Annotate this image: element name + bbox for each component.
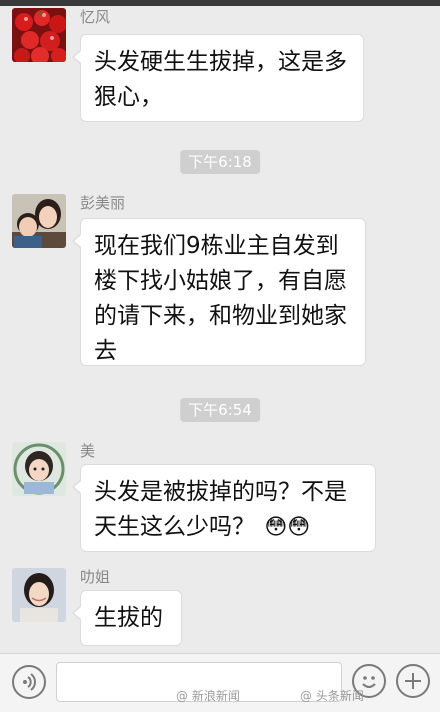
message-text: 生拔的 <box>94 605 163 631</box>
chat-input-bar: @ 新浪新闻 @ 头条新闻 <box>0 653 440 712</box>
message-text: 现在我们9栋业主自发到楼下找小姑娘了，有自愿的请下来，和物业到她家去 <box>94 233 347 364</box>
sender-name: 彭美丽 <box>80 194 126 212</box>
sender-name: 忆风 <box>80 8 111 26</box>
message-bubble[interactable]: 头发硬生生拔掉，这是多狠心， <box>72 34 364 122</box>
timestamp: 下午6:18 <box>180 150 260 174</box>
voice-icon <box>23 673 36 691</box>
chat-message: 美 头发是被拔掉的吗？不是天生这么少吗？ 😳😳 <box>12 442 428 554</box>
flushed-emoji-icon: 😳😳 <box>264 515 311 540</box>
mother-child-avatar[interactable] <box>12 194 66 248</box>
fruit-avatar[interactable] <box>12 8 66 62</box>
status-bar <box>0 0 440 6</box>
watermark: @ 新浪新闻 <box>176 689 240 703</box>
woman-avatar[interactable] <box>12 568 66 622</box>
message-bubble[interactable]: 头发是被拔掉的吗？不是天生这么少吗？ 😳😳 <box>72 464 376 552</box>
chat-message: 彭美丽 现在我们9栋业主自发到楼下找小姑娘了，有自愿的请下来，和物业到她家去 <box>12 194 428 374</box>
plus-icon <box>405 673 421 689</box>
sender-name: 叻姐 <box>80 568 111 586</box>
message-bubble[interactable]: 生拔的 <box>72 590 182 646</box>
sender-name: 美 <box>80 442 96 460</box>
watermark: @ 头条新闻 <box>300 689 364 703</box>
voice-input-button[interactable] <box>12 665 46 699</box>
chat-message: 叻姐 生拔的 <box>12 568 428 648</box>
message-text: 头发硬生生拔掉，这是多狠心， <box>94 49 347 110</box>
chat-message: 忆风 头发硬生生拔掉，这是多狠心， <box>12 8 428 128</box>
child-avatar[interactable] <box>12 442 66 496</box>
timestamp: 下午6:54 <box>180 398 260 422</box>
more-options-button[interactable] <box>396 664 430 698</box>
message-bubble[interactable]: 现在我们9栋业主自发到楼下找小姑娘了，有自愿的请下来，和物业到她家去 <box>72 218 366 366</box>
